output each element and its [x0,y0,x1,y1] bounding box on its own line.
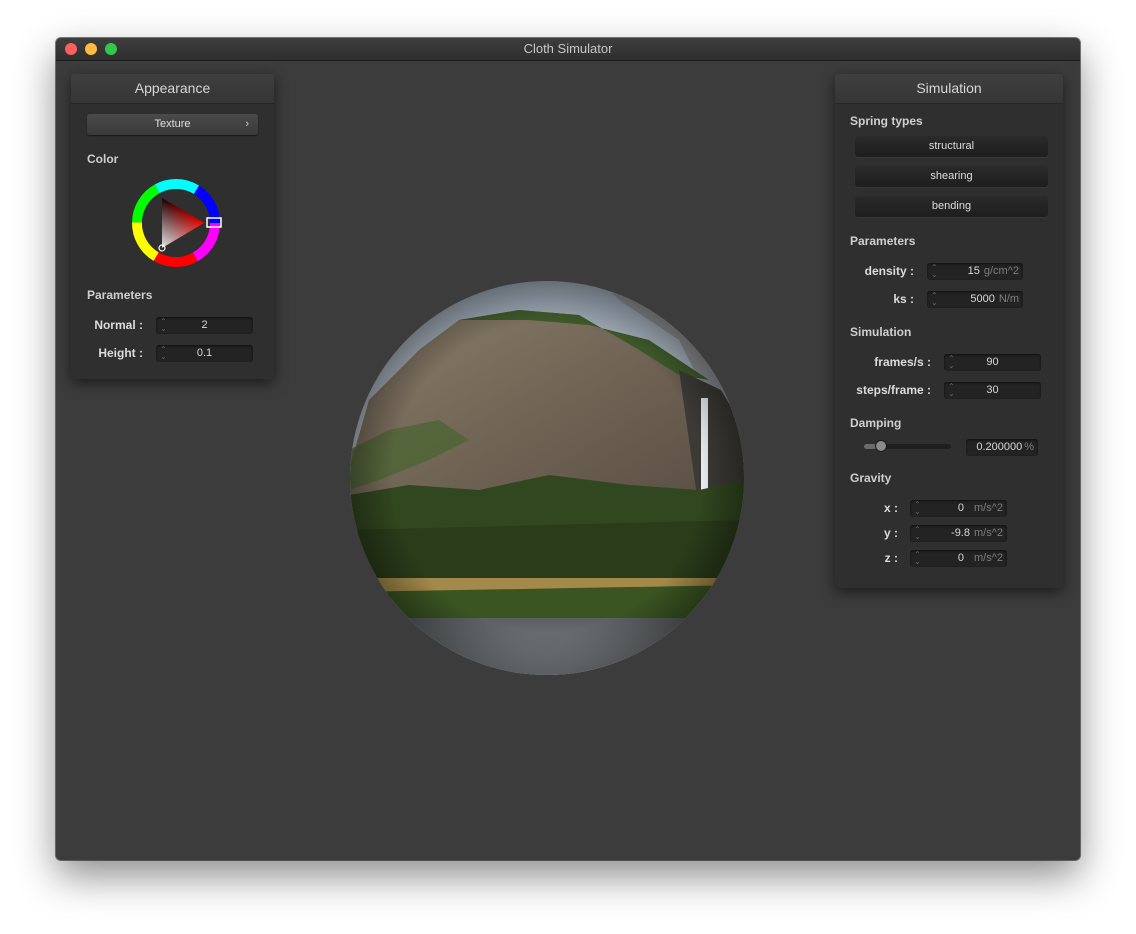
simulation-panel-header[interactable]: Simulation [835,74,1063,104]
steps-per-frame-input[interactable]: ⌃ ⌄ 30 [944,382,1041,399]
steps-per-frame-label: steps/frame : [856,383,931,397]
gravity-y-label: y : [883,526,898,540]
gravity-z-label: z : [884,551,898,565]
gravity-z-input[interactable]: ⌃ ⌄ 0 m/s^2 [910,550,1007,567]
sim-parameters-label: Parameters [850,234,916,248]
window-title: Cloth Simulator [523,41,613,56]
frames-per-second-input[interactable]: ⌃ ⌄ 90 [944,354,1041,371]
gravity-z-unit: m/s^2 [974,552,1003,564]
damping-unit: % [1024,441,1034,453]
spring-types-label: Spring types [850,114,923,128]
gravity-x-input[interactable]: ⌃ ⌄ 0 m/s^2 [910,500,1007,517]
color-wheel[interactable] [130,177,222,269]
zoom-window-button[interactable] [105,43,117,55]
density-label: density : [864,264,914,278]
stepper-icon[interactable]: ⌃ ⌄ [931,264,938,279]
structural-button[interactable]: structural [855,136,1048,157]
appearance-panel: Appearance Texture › Color Parameters No… [71,74,274,379]
title-bar: Cloth Simulator [56,38,1080,61]
damping-label: Damping [850,416,902,430]
gravity-label: Gravity [850,471,892,485]
frames-per-second-label: frames/s : [874,355,931,369]
ks-label: ks : [893,292,914,306]
gravity-x-unit: m/s^2 [974,502,1003,514]
density-input[interactable]: ⌃ ⌄ 15 g/cm^2 [927,263,1023,280]
ks-unit: N/m [998,293,1019,305]
shader-dropdown-label: Texture [154,118,191,130]
ks-input[interactable]: ⌃ ⌄ 5000 N/m [927,291,1023,308]
minimize-window-button[interactable] [85,43,97,55]
normal-label: Normal : [94,318,143,332]
simulation-section-label: Simulation [850,325,912,339]
height-label: Height : [98,346,143,360]
simulation-panel: Simulation Spring types structural shear… [835,74,1063,588]
bending-button[interactable]: bending [855,196,1048,217]
render-viewport[interactable]: Appearance Texture › Color Parameters No… [56,61,1080,860]
stepper-icon[interactable]: ⌃ ⌄ [914,526,921,541]
density-value: 15 [967,265,980,277]
gravity-z-value: 0 [957,552,964,564]
stepper-icon[interactable]: ⌃ ⌄ [931,292,938,307]
gravity-x-label: x : [883,501,898,515]
stepper-icon[interactable]: ⌃ ⌄ [914,501,921,516]
frames-per-second-value: 90 [986,356,999,368]
stepper-icon[interactable]: ⌃ ⌄ [914,551,921,566]
damping-value: 0.200000 [976,441,1023,453]
gravity-y-value: -9.8 [951,527,970,539]
color-section-label: Color [87,152,119,166]
steps-per-frame-value: 30 [986,384,999,396]
chevron-right-icon: › [245,118,249,130]
shader-dropdown[interactable]: Texture › [87,114,258,135]
appearance-parameters-label: Parameters [87,288,153,302]
close-window-button[interactable] [65,43,77,55]
gravity-y-unit: m/s^2 [974,527,1003,539]
damping-slider-handle[interactable] [876,441,887,451]
app-window: Cloth Simulator Appearance Texture › Col… [56,38,1080,860]
gravity-x-value: 0 [957,502,964,514]
height-value: 0.1 [196,347,213,359]
textured-sphere[interactable] [349,280,745,676]
shearing-button[interactable]: shearing [855,166,1048,187]
ks-value: 5000 [970,293,995,305]
density-unit: g/cm^2 [983,265,1019,277]
appearance-panel-header[interactable]: Appearance [71,74,274,104]
damping-input[interactable]: 0.200000% [966,439,1038,456]
normal-value: 2 [201,319,208,331]
gravity-y-input[interactable]: ⌃ ⌄ -9.8 m/s^2 [910,525,1007,542]
normal-input[interactable]: ⌃ ⌄ 2 [156,317,253,334]
height-input[interactable]: ⌃ ⌄ 0.1 [156,345,253,362]
